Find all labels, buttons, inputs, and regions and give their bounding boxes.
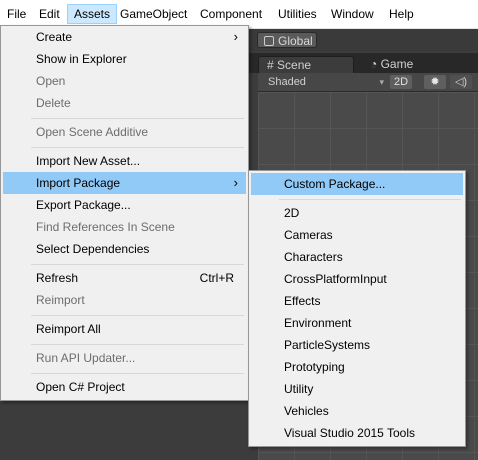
submenu-item-utility[interactable]: Utility bbox=[251, 378, 463, 400]
menu-item-reimport: Reimport bbox=[36, 293, 85, 307]
submenu-item-effects[interactable]: Effects bbox=[251, 290, 463, 312]
menu-item-label: Refresh bbox=[36, 271, 79, 285]
tab-scene[interactable]: # Scene bbox=[258, 56, 354, 73]
import-package-submenu: Custom Package... 2D Cameras Characters … bbox=[248, 170, 466, 447]
submenu-item-environment[interactable]: Environment bbox=[251, 312, 463, 334]
assets-menu: Create › Show in Explorer Open Delete Ope… bbox=[0, 25, 249, 401]
shading-mode-dropdown[interactable]: Shaded ▾ bbox=[264, 75, 386, 89]
global-label: Global bbox=[278, 34, 313, 48]
menu-separator bbox=[31, 264, 244, 265]
submenu-item-crossplatforminput[interactable]: CrossPlatformInput bbox=[251, 268, 463, 290]
submenu-item-particlesystems[interactable]: ParticleSystems bbox=[251, 334, 463, 356]
tab-scene-label: Scene bbox=[277, 58, 312, 72]
menu-help[interactable]: Help bbox=[383, 4, 420, 24]
lighting-toggle-icon[interactable]: ✹ bbox=[424, 75, 446, 89]
audio-toggle-icon[interactable]: ◁) bbox=[450, 75, 472, 89]
menu-item-open-scene-additive: Open Scene Additive bbox=[36, 125, 149, 139]
menu-component[interactable]: Component bbox=[194, 4, 268, 24]
menu-item-select-dependencies[interactable]: Select Dependencies bbox=[3, 238, 246, 260]
tab-game-label: Game bbox=[380, 57, 414, 71]
dropdown-arrow-icon: ▾ bbox=[379, 77, 384, 87]
menu-item-import-new-asset[interactable]: Import New Asset... bbox=[3, 150, 246, 172]
menu-separator bbox=[31, 147, 244, 148]
menu-utilities[interactable]: Utilities bbox=[272, 4, 323, 24]
submenu-item-custom-package[interactable]: Custom Package... bbox=[251, 173, 463, 195]
menu-item-create[interactable]: Create › bbox=[3, 26, 246, 48]
menu-item-reimport-all[interactable]: Reimport All bbox=[3, 318, 246, 340]
menu-separator bbox=[279, 199, 461, 200]
menu-window[interactable]: Window bbox=[325, 4, 380, 24]
menu-item-delete: Delete bbox=[36, 96, 71, 110]
2d-toggle[interactable]: 2D bbox=[390, 75, 412, 89]
menu-separator bbox=[31, 315, 244, 316]
global-toggle[interactable]: Global bbox=[257, 32, 317, 48]
submenu-item-characters[interactable]: Characters bbox=[251, 246, 463, 268]
pacman-icon: ◔ bbox=[370, 57, 378, 71]
menu-item-open: Open bbox=[36, 74, 66, 88]
menu-assets[interactable]: Assets bbox=[67, 4, 118, 24]
menu-item-run-api-updater: Run API Updater... bbox=[36, 351, 136, 365]
menu-item-export-package[interactable]: Export Package... bbox=[3, 194, 246, 216]
menu-gameobject[interactable]: GameObject bbox=[114, 4, 193, 24]
submenu-item-visual-studio-tools[interactable]: Visual Studio 2015 Tools bbox=[251, 422, 463, 444]
shortcut-label: Ctrl+R bbox=[199, 271, 234, 285]
scene-toolbar: Shaded ▾ 2D ✹ ◁) bbox=[258, 73, 478, 92]
menu-item-open-csharp-project[interactable]: Open C# Project bbox=[3, 376, 246, 398]
menu-item-show-in-explorer[interactable]: Show in Explorer bbox=[3, 48, 246, 70]
chevron-right-icon: › bbox=[233, 175, 238, 190]
menu-separator bbox=[31, 373, 244, 374]
pivot-icon bbox=[264, 36, 274, 46]
menu-separator bbox=[31, 118, 244, 119]
chevron-right-icon: › bbox=[233, 29, 238, 44]
menu-item-find-references: Find References In Scene bbox=[36, 220, 175, 234]
tab-game[interactable]: ◔ Game bbox=[362, 56, 442, 73]
menu-item-import-package[interactable]: Import Package › bbox=[3, 172, 246, 194]
menu-separator bbox=[31, 344, 244, 345]
grid-icon: # bbox=[267, 58, 274, 72]
menu-item-label: Create bbox=[36, 30, 73, 44]
submenu-item-cameras[interactable]: Cameras bbox=[251, 224, 463, 246]
menu-file[interactable]: File bbox=[1, 4, 32, 24]
menu-item-label: Import Package bbox=[36, 176, 121, 190]
submenu-item-2d[interactable]: 2D bbox=[251, 202, 463, 224]
menu-item-refresh[interactable]: Refresh Ctrl+R bbox=[3, 267, 246, 289]
menu-edit[interactable]: Edit bbox=[33, 4, 66, 24]
shading-mode-label: Shaded bbox=[268, 76, 306, 88]
submenu-item-prototyping[interactable]: Prototyping bbox=[251, 356, 463, 378]
submenu-item-vehicles[interactable]: Vehicles bbox=[251, 400, 463, 422]
